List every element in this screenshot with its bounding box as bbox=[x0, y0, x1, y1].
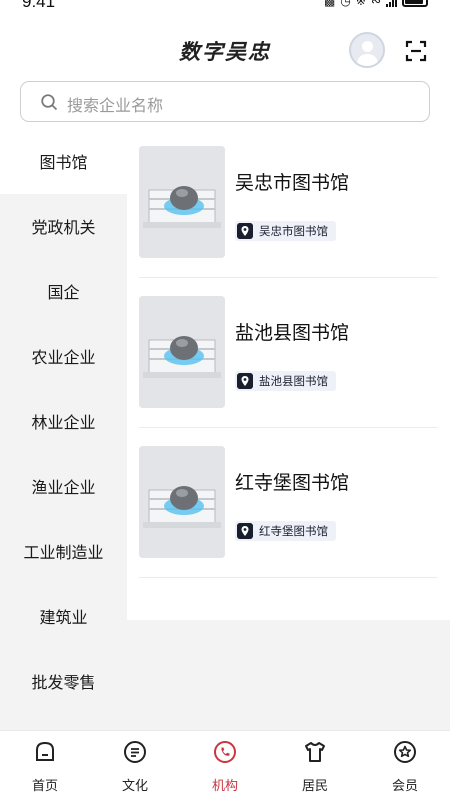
sidebar-item-state-owned[interactable]: 国企 bbox=[0, 258, 127, 324]
tab-label: 文化 bbox=[121, 779, 148, 794]
library-name: 吴忠市图书馆 bbox=[235, 172, 350, 194]
tab-label: 首页 bbox=[31, 779, 58, 794]
location-badge: 吴忠市图书馆 bbox=[235, 221, 336, 241]
sidebar-item-wholesale-retail[interactable]: 批发零售 bbox=[0, 648, 127, 714]
search-placeholder: 搜索企业名称 bbox=[67, 96, 164, 115]
tab-home[interactable]: 首页 bbox=[0, 731, 90, 800]
library-name: 红寺堡图书馆 bbox=[235, 472, 350, 494]
tab-residents[interactable]: 居民 bbox=[270, 731, 360, 800]
tab-label: 机构 bbox=[211, 779, 238, 794]
location-pin-icon bbox=[237, 523, 253, 539]
home-icon bbox=[36, 741, 54, 761]
location-pin-icon bbox=[237, 223, 253, 239]
library-list: 吴忠市图书馆 吴忠市图书馆 盐池县图书馆 盐池县图书馆 红寺堡图书馆 红寺堡图书… bbox=[127, 128, 450, 620]
scan-icon[interactable] bbox=[405, 40, 427, 62]
phone-icon bbox=[214, 741, 236, 763]
sidebar-item-agriculture[interactable]: 农业企业 bbox=[0, 323, 127, 389]
list-item[interactable]: 盐池县图书馆 盐池县图书馆 bbox=[127, 278, 438, 428]
list-item[interactable]: 红寺堡图书馆 红寺堡图书馆 bbox=[127, 428, 438, 578]
divider bbox=[139, 577, 438, 578]
library-name: 盐池县图书馆 bbox=[235, 322, 350, 344]
sidebar-item-library[interactable]: 图书馆 bbox=[0, 128, 127, 194]
search-input[interactable]: 搜索企业名称 bbox=[20, 81, 430, 122]
avatar[interactable] bbox=[349, 32, 385, 68]
location-pin-icon bbox=[237, 373, 253, 389]
list-item[interactable]: 吴忠市图书馆 吴忠市图书馆 bbox=[127, 128, 438, 278]
content-empty-area bbox=[127, 620, 450, 730]
status-icons: ▩ ◷ ※ ∾ bbox=[324, 0, 428, 8]
location-label: 红寺堡图书馆 bbox=[259, 524, 328, 538]
tab-label: 居民 bbox=[301, 779, 328, 794]
status-bar: 9:41 ▩ ◷ ※ ∾ bbox=[0, 0, 450, 16]
library-building-image bbox=[139, 446, 225, 558]
bottom-tab-bar: 首页 文化 机构 居民 会员 bbox=[0, 730, 450, 800]
sidebar-item-fishery[interactable]: 渔业企业 bbox=[0, 453, 127, 519]
tab-members[interactable]: 会员 bbox=[360, 731, 450, 800]
search-icon bbox=[41, 94, 58, 111]
wifi-icon: ∾ bbox=[370, 0, 381, 8]
list-icon bbox=[124, 741, 146, 763]
sidebar-item-government[interactable]: 党政机关 bbox=[0, 193, 127, 259]
alarm-icon: ◷ bbox=[340, 0, 351, 8]
tab-culture[interactable]: 文化 bbox=[90, 731, 180, 800]
shirt-icon bbox=[305, 742, 325, 762]
tab-institutions[interactable]: 机构 bbox=[180, 731, 270, 800]
sidebar-item-forestry[interactable]: 林业企业 bbox=[0, 388, 127, 454]
header: 数字吴忠 bbox=[0, 26, 450, 76]
tab-label: 会员 bbox=[391, 779, 418, 794]
sidebar-item-manufacturing[interactable]: 工业制造业 bbox=[0, 518, 127, 584]
location-badge: 红寺堡图书馆 bbox=[235, 521, 336, 541]
bluetooth-icon: ※ bbox=[355, 0, 366, 8]
signal-icon bbox=[386, 0, 397, 7]
library-building-image bbox=[139, 146, 225, 258]
location-label: 盐池县图书馆 bbox=[259, 374, 328, 388]
battery-icon bbox=[402, 0, 428, 7]
nfc-icon: ▩ bbox=[324, 0, 336, 8]
sidebar-item-construction[interactable]: 建筑业 bbox=[0, 583, 127, 649]
category-sidebar: 图书馆 党政机关 国企 农业企业 林业企业 渔业企业 工业制造业 建筑业 批发零… bbox=[0, 128, 127, 730]
star-badge-icon bbox=[394, 741, 416, 763]
location-label: 吴忠市图书馆 bbox=[259, 224, 328, 238]
status-time: 9:41 bbox=[22, 0, 56, 11]
location-badge: 盐池县图书馆 bbox=[235, 371, 336, 391]
library-building-image bbox=[139, 296, 225, 408]
